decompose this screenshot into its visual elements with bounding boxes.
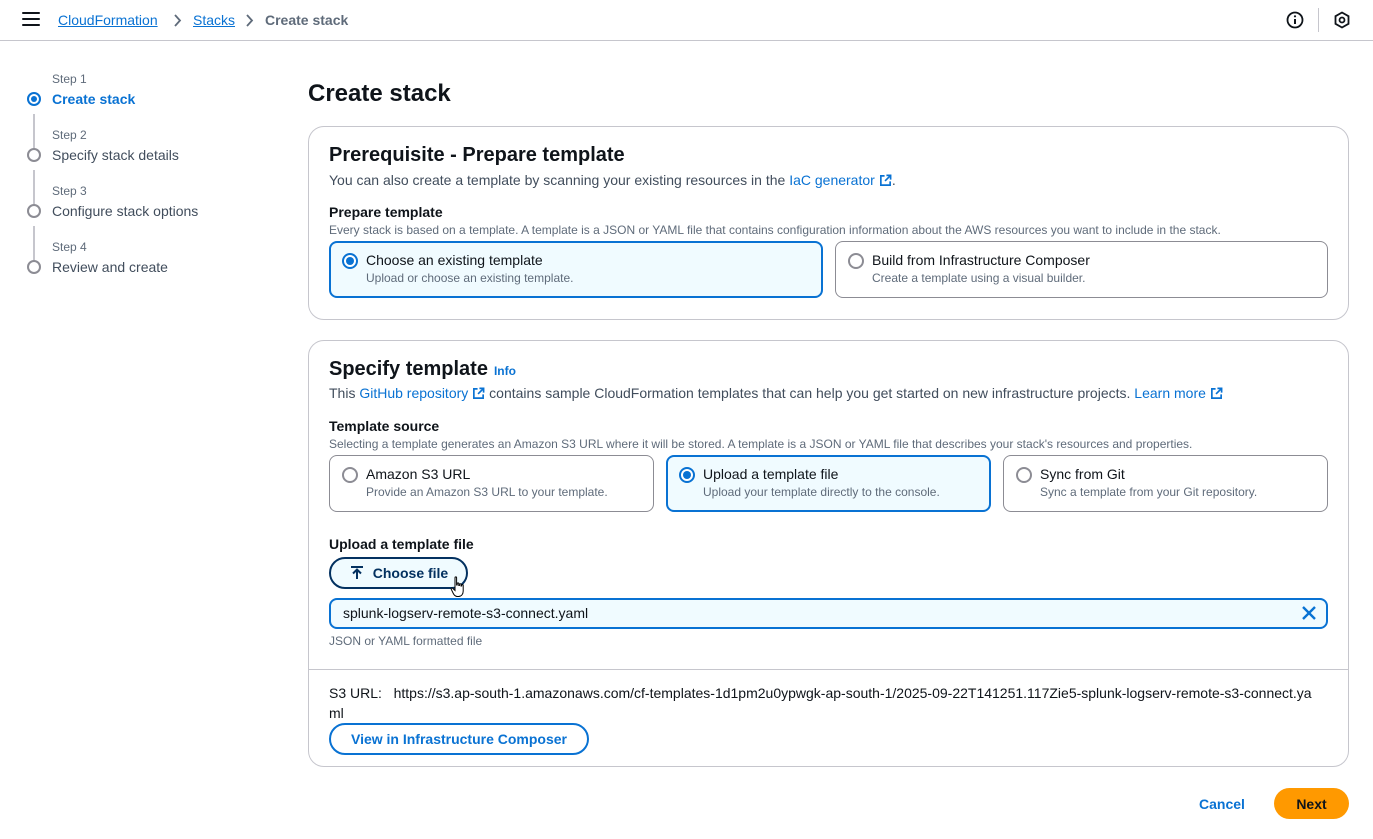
option-description: Upload or choose an existing template. (366, 271, 574, 285)
link-text: Learn more (1134, 385, 1206, 401)
breadcrumb-cloudformation[interactable]: CloudFormation (58, 12, 158, 28)
template-source-label: Template source (329, 418, 440, 434)
link-text: GitHub repository (359, 385, 469, 401)
external-link-icon (879, 174, 892, 186)
info-link[interactable]: Info (494, 364, 516, 378)
step-2-title[interactable]: Specify stack details (52, 147, 179, 163)
s3-url-value: https://s3.ap-south-1.amazonaws.com/cf-t… (329, 685, 1312, 721)
menu-icon[interactable] (22, 12, 40, 28)
description-text: This (329, 385, 356, 401)
source-sync-from-git[interactable]: Sync from Git Sync a template from your … (1003, 455, 1328, 512)
step-1-number: Step 1 (52, 72, 87, 86)
prerequisite-heading: Prerequisite - Prepare template (329, 144, 625, 166)
prepare-template-label: Prepare template (329, 204, 443, 220)
link-text: IaC generator (789, 172, 875, 188)
radio-selected[interactable] (342, 253, 358, 269)
option-description: Sync a template from your Git repository… (1040, 485, 1258, 499)
prepare-template-sublabel: Every stack is based on a template. A te… (329, 223, 1221, 237)
step-3-number: Step 3 (52, 184, 87, 198)
option-title: Upload a template file (703, 466, 839, 482)
option-description: Provide an Amazon S3 URL to your templat… (366, 485, 608, 499)
step-2-number: Step 2 (52, 128, 87, 142)
source-upload-template-file[interactable]: Upload a template file Upload your templ… (666, 455, 991, 512)
description-suffix: . (891, 172, 896, 188)
radio-selected[interactable] (679, 467, 695, 483)
step-1-title[interactable]: Create stack (52, 91, 135, 107)
next-button[interactable]: Next (1274, 788, 1349, 819)
radio-unselected[interactable] (1016, 467, 1032, 483)
file-format-hint: JSON or YAML formatted file (329, 634, 483, 648)
option-choose-existing-template[interactable]: Choose an existing template Upload or ch… (329, 241, 823, 298)
view-in-composer-button[interactable]: View in Infrastructure Composer (329, 723, 589, 755)
breadcrumb-stacks[interactable]: Stacks (193, 12, 235, 28)
radio-unselected[interactable] (342, 467, 358, 483)
step-4-number: Step 4 (52, 240, 87, 254)
external-link-icon (1210, 387, 1223, 399)
learn-more-link[interactable]: Learn more (1134, 385, 1223, 401)
button-label: View in Infrastructure Composer (350, 731, 567, 747)
button-label: Choose file (372, 565, 449, 581)
step-3-indicator (27, 204, 41, 218)
specify-template-heading: Specify template Info (329, 358, 516, 381)
step-4-indicator (27, 260, 41, 274)
prerequisite-card: Prerequisite - Prepare template You can … (308, 126, 1349, 320)
option-title: Amazon S3 URL (366, 466, 471, 482)
step-connector (33, 114, 35, 148)
cancel-button[interactable]: Cancel (1188, 789, 1256, 819)
option-title: Sync from Git (1040, 466, 1125, 482)
selected-file-field[interactable]: splunk-logserv-remote-s3-connect.yaml (329, 598, 1328, 629)
source-amazon-s3-url[interactable]: Amazon S3 URL Provide an Amazon S3 URL t… (329, 455, 654, 512)
prerequisite-description: You can also create a template by scanni… (329, 172, 896, 188)
section-divider (309, 669, 1348, 670)
toolbar-divider (1318, 8, 1319, 32)
choose-file-button[interactable]: Choose file (329, 557, 468, 589)
upload-file-label: Upload a template file (329, 536, 474, 552)
step-connector (33, 226, 35, 260)
breadcrumb-current: Create stack (265, 12, 349, 28)
specify-template-description: This GitHub repository contains sample C… (329, 385, 1223, 401)
option-build-from-composer[interactable]: Build from Infrastructure Composer Creat… (835, 241, 1328, 298)
info-icon[interactable] (1286, 11, 1304, 29)
description-text: contains sample CloudFormation templates… (489, 385, 1131, 401)
pointer-cursor-icon (450, 576, 464, 597)
github-repository-link[interactable]: GitHub repository (359, 385, 485, 401)
specify-template-card: Specify template Info This GitHub reposit… (308, 340, 1349, 767)
page-title: Create stack (308, 80, 451, 107)
s3-url-display: S3 URL: https://s3.ap-south-1.amazonaws.… (329, 683, 1319, 723)
heading-text: Specify template (329, 358, 488, 380)
option-description: Upload your template directly to the con… (703, 485, 940, 499)
iac-generator-link[interactable]: IaC generator (789, 172, 892, 188)
option-title: Build from Infrastructure Composer (872, 252, 1090, 268)
external-link-icon (473, 387, 485, 399)
upload-icon (350, 566, 363, 579)
file-name: splunk-logserv-remote-s3-connect.yaml (343, 605, 589, 621)
chevron-right-icon (174, 14, 182, 27)
settings-hexagon-icon[interactable] (1333, 11, 1351, 29)
step-4-title[interactable]: Review and create (52, 259, 168, 275)
radio-unselected[interactable] (848, 253, 864, 269)
step-1-indicator (27, 92, 41, 106)
step-connector (33, 170, 35, 204)
option-title: Choose an existing template (366, 252, 543, 268)
step-3-title[interactable]: Configure stack options (52, 203, 198, 219)
template-source-sublabel: Selecting a template generates an Amazon… (329, 437, 1193, 451)
step-2-indicator (27, 148, 41, 162)
top-navigation-bar: CloudFormation Stacks Create stack (0, 0, 1373, 41)
close-icon[interactable] (1300, 604, 1318, 622)
description-text: You can also create a template by scanni… (329, 172, 786, 188)
chevron-right-icon (246, 14, 254, 27)
option-description: Create a template using a visual builder… (872, 271, 1086, 285)
s3-url-label: S3 URL: (329, 685, 382, 701)
